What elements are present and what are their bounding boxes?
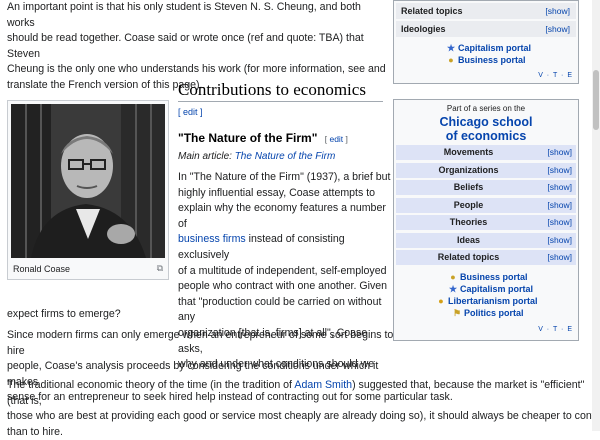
row-label: Organizations	[438, 165, 499, 175]
text-line: The traditional economic theory of the t…	[7, 378, 592, 409]
hatnote-prefix: Main article:	[178, 151, 235, 162]
adam-smith-link[interactable]: Adam Smith	[294, 379, 352, 391]
subsection-title: "The Nature of the Firm"	[178, 131, 318, 145]
series-row-ideas[interactable]: Ideas [show]	[396, 233, 576, 248]
main-article-link[interactable]: The Nature of the Firm	[235, 151, 336, 162]
coins-icon: ●	[450, 272, 456, 282]
series-pretitle: Part of a series on the	[446, 104, 526, 113]
navbox-row-ideologies[interactable]: Ideologies [show]	[396, 21, 576, 37]
show-toggle[interactable]: [show]	[547, 147, 572, 157]
show-toggle[interactable]: [show]	[547, 200, 572, 210]
series-row-people[interactable]: People [show]	[396, 198, 576, 213]
show-toggle[interactable]: [show]	[547, 165, 572, 175]
row-label: Ideologies	[401, 24, 446, 34]
text-line: that "production could be carried on wit…	[178, 295, 382, 324]
subsection-edit-link[interactable]: [ edit ]	[325, 134, 348, 144]
bracket: ]	[343, 134, 348, 144]
portal-label: Capitalism portal	[458, 43, 532, 53]
series-row-organizations[interactable]: Organizations [show]	[396, 163, 576, 178]
scrollbar-thumb[interactable]	[593, 70, 599, 130]
vte-links[interactable]: V · T · E	[538, 72, 573, 79]
show-toggle[interactable]: [show]	[545, 6, 570, 16]
portal-link-capitalism[interactable]: ★ Capitalism portal	[448, 284, 533, 295]
series-row-related-topics[interactable]: Related topics [show]	[396, 250, 576, 265]
series-row-theories[interactable]: Theories [show]	[396, 215, 576, 230]
portal-label: Capitalism portal	[460, 284, 534, 294]
text-line: Cheung is the only one who understands h…	[7, 63, 386, 76]
figure-thumbnail: Ronald Coase ⧉	[7, 100, 169, 280]
row-label: Movements	[443, 147, 494, 157]
coins-icon: ●	[448, 55, 454, 65]
portal-label: Politics portal	[464, 308, 524, 318]
row-label: Ideas	[456, 235, 480, 245]
flag-icon: ⚑	[452, 308, 462, 318]
star-icon: ★	[448, 284, 458, 294]
text-line: should be read together. Coase said or w…	[7, 32, 364, 60]
series-title[interactable]: Chicago school of economics	[394, 115, 578, 143]
text-line: In "The Nature of the Firm" (1937), a br…	[178, 171, 391, 183]
text-line: explain why the economy features a numbe…	[178, 202, 386, 230]
row-label: Related topics	[401, 6, 463, 16]
show-toggle[interactable]: [show]	[547, 182, 572, 192]
star-icon: ★	[446, 43, 456, 53]
text-line: of a multitude of independent, self-empl…	[178, 264, 387, 277]
text-line: highly influential essay, Coase attempts…	[178, 186, 376, 199]
navbox-chicago-school: Part of a series on the Chicago school o…	[393, 99, 579, 341]
portal-link-libertarianism[interactable]: ● Libertarianism portal	[436, 296, 538, 306]
show-toggle[interactable]: [show]	[547, 217, 572, 227]
row-label: Theories	[449, 217, 488, 227]
heading-divider	[178, 101, 383, 102]
series-row-movements[interactable]: Movements [show]	[396, 145, 576, 160]
text-span: The traditional economic theory of the t…	[7, 379, 295, 391]
portal-link-capitalism[interactable]: ★ Capitalism portal	[446, 43, 531, 54]
text-line: An important point is that his only stud…	[7, 1, 361, 29]
text-line: expect firms to emerge?	[7, 308, 121, 320]
text-line: than to hire.	[7, 425, 63, 438]
show-toggle[interactable]: [show]	[547, 235, 572, 245]
show-toggle[interactable]: [show]	[547, 252, 572, 262]
edit-link-text[interactable]: [ edit ]	[178, 107, 203, 117]
portal-link-business[interactable]: ● Business portal	[446, 55, 526, 65]
text-line: Since modern firms can only emerge when …	[7, 329, 394, 357]
portal-label: Business portal	[458, 55, 526, 65]
vte-links[interactable]: V · T · E	[538, 326, 573, 333]
edit-link-text[interactable]: edit	[329, 134, 343, 144]
torch-icon: ●	[438, 296, 444, 306]
enlarge-icon[interactable]: ⧉	[157, 263, 163, 274]
ronald-coase-photo[interactable]	[11, 104, 165, 258]
vertical-scrollbar[interactable]	[592, 0, 600, 431]
series-row-beliefs[interactable]: Beliefs [show]	[396, 180, 576, 195]
section-edit-link[interactable]: [ edit ]	[178, 107, 203, 117]
series-title-line[interactable]: Chicago school	[394, 115, 578, 129]
figure-caption: Ronald Coase	[13, 264, 71, 274]
text-line: those who are best at providing each goo…	[7, 410, 600, 423]
series-title-line[interactable]: of economics	[394, 129, 578, 143]
section-heading: Contributions to economics	[178, 80, 366, 99]
row-label: Related topics	[437, 252, 500, 262]
portal-link-business[interactable]: ● Business portal	[448, 272, 528, 282]
business-firms-link[interactable]: business firms	[178, 233, 246, 245]
subsection-heading: "The Nature of the Firm" [ edit ]	[178, 131, 348, 145]
text-line: business firms instead of consisting exc…	[178, 232, 393, 263]
portal-label: Business portal	[460, 272, 528, 282]
row-label: People	[453, 200, 484, 210]
portal-label: Libertarianism portal	[448, 296, 538, 306]
portal-link-politics[interactable]: ⚑ Politics portal	[452, 308, 524, 319]
row-label: Beliefs	[453, 182, 484, 192]
navbox-capitalism: Related topics [show] Ideologies [show] …	[393, 0, 579, 84]
text-line: people who contract with one another. Gi…	[178, 280, 388, 293]
main-article-hatnote: Main article: The Nature of the Firm	[178, 151, 335, 162]
navbox-row-related-topics[interactable]: Related topics [show]	[396, 3, 576, 19]
show-toggle[interactable]: [show]	[545, 24, 570, 34]
